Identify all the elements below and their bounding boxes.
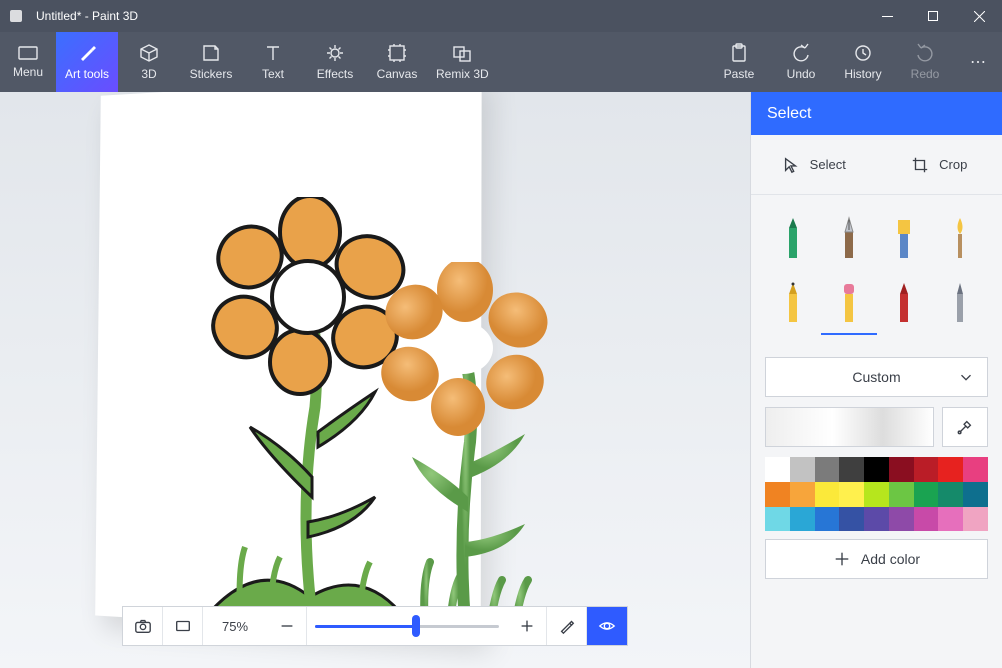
select-label: Select [810,157,846,172]
text-button[interactable]: Text [242,32,304,92]
effects-button[interactable]: Effects [304,32,366,92]
color-swatch[interactable] [938,507,963,532]
fit-screen-icon[interactable] [163,607,203,645]
art-tools-label: Art tools [65,67,109,81]
crayon-brush-icon[interactable] [877,271,933,335]
chevron-down-icon [957,368,975,386]
history-label: History [844,67,881,81]
stickers-label: Stickers [190,67,233,81]
color-swatch[interactable] [765,482,790,507]
material-label: Custom [852,369,900,385]
remix3d-button[interactable]: Remix 3D [428,32,497,92]
edit-mode-icon[interactable] [547,607,587,645]
eyedropper-button[interactable] [942,407,988,447]
color-swatch[interactable] [790,482,815,507]
remix3d-label: Remix 3D [436,67,489,81]
color-swatch[interactable] [765,507,790,532]
color-swatch[interactable] [765,457,790,482]
undo-button[interactable]: Undo [770,32,832,92]
canvas-button[interactable]: Canvas [366,32,428,92]
eraser-brush-icon[interactable] [821,271,877,335]
color-swatch[interactable] [864,457,889,482]
color-swatch[interactable] [914,507,939,532]
color-swatch[interactable] [889,507,914,532]
color-swatch[interactable] [815,482,840,507]
color-swatch[interactable] [839,482,864,507]
view-mode-icon[interactable] [587,607,627,645]
brush-picker [751,195,1002,335]
color-swatch[interactable] [889,457,914,482]
select-tool-button[interactable]: Select [751,156,877,174]
menu-button[interactable]: Menu [0,32,56,92]
text-label: Text [262,67,284,81]
color-swatch[interactable] [963,482,988,507]
material-select[interactable]: Custom [765,357,988,397]
zoom-out-button[interactable] [267,607,307,645]
bottom-toolbar: 75% [122,606,628,646]
canvas-area[interactable]: 75% [0,92,750,668]
stickers-button[interactable]: Stickers [180,32,242,92]
panel-title: Select [751,92,1002,135]
redo-button[interactable]: Redo [894,32,956,92]
color-swatch[interactable] [864,507,889,532]
marker-brush-icon[interactable] [765,207,821,271]
color-swatch[interactable] [938,457,963,482]
color-swatch[interactable] [914,457,939,482]
color-swatch[interactable] [815,457,840,482]
color-swatch[interactable] [938,482,963,507]
color-swatch[interactable] [914,482,939,507]
paste-button[interactable]: Paste [708,32,770,92]
art-tools-button[interactable]: Art tools [56,32,118,92]
color-swatch[interactable] [839,507,864,532]
color-swatch[interactable] [790,457,815,482]
color-palette [765,457,988,531]
zoom-level-label[interactable]: 75% [203,619,267,634]
history-button[interactable]: History [832,32,894,92]
color-swatch[interactable] [815,507,840,532]
close-button[interactable] [956,0,1002,32]
crop-label: Crop [939,157,967,172]
undo-label: Undo [787,67,816,81]
camera-icon[interactable] [123,607,163,645]
ribbon-toolbar: Menu Art tools 3D Stickers Text Effects … [0,32,1002,92]
color-swatch[interactable] [963,507,988,532]
minimize-button[interactable] [864,0,910,32]
maximize-button[interactable] [910,0,956,32]
color-swatch[interactable] [889,482,914,507]
crop-tool-button[interactable]: Crop [877,156,1002,174]
more-button[interactable]: ⋯ [956,32,1002,92]
pencil-brush-icon[interactable] [765,271,821,335]
color-swatch[interactable] [839,457,864,482]
calligraphy-pen-icon[interactable] [821,207,877,271]
side-panel: Select Select Crop [750,92,1002,668]
pixel-pen-icon[interactable] [932,271,988,335]
menu-label: Menu [13,65,43,79]
paste-label: Paste [724,67,755,81]
titlebar: Untitled* - Paint 3D [0,0,1002,32]
3d-button[interactable]: 3D [118,32,180,92]
zoom-in-button[interactable] [507,607,547,645]
effects-label: Effects [317,67,353,81]
redo-label: Redo [911,67,940,81]
current-color-swatch[interactable] [765,407,934,447]
watercolor-brush-icon[interactable] [932,207,988,271]
color-swatch[interactable] [790,507,815,532]
color-swatch[interactable] [864,482,889,507]
canvas-label: Canvas [377,67,418,81]
oil-brush-icon[interactable] [877,207,933,271]
add-color-label: Add color [861,551,920,567]
3d-label: 3D [141,67,156,81]
app-icon [0,8,32,24]
add-color-button[interactable]: Add color [765,539,988,579]
zoom-slider[interactable] [307,625,507,628]
window-title: Untitled* - Paint 3D [32,9,864,23]
flower-3d-object[interactable] [370,262,560,642]
color-swatch[interactable] [963,457,988,482]
